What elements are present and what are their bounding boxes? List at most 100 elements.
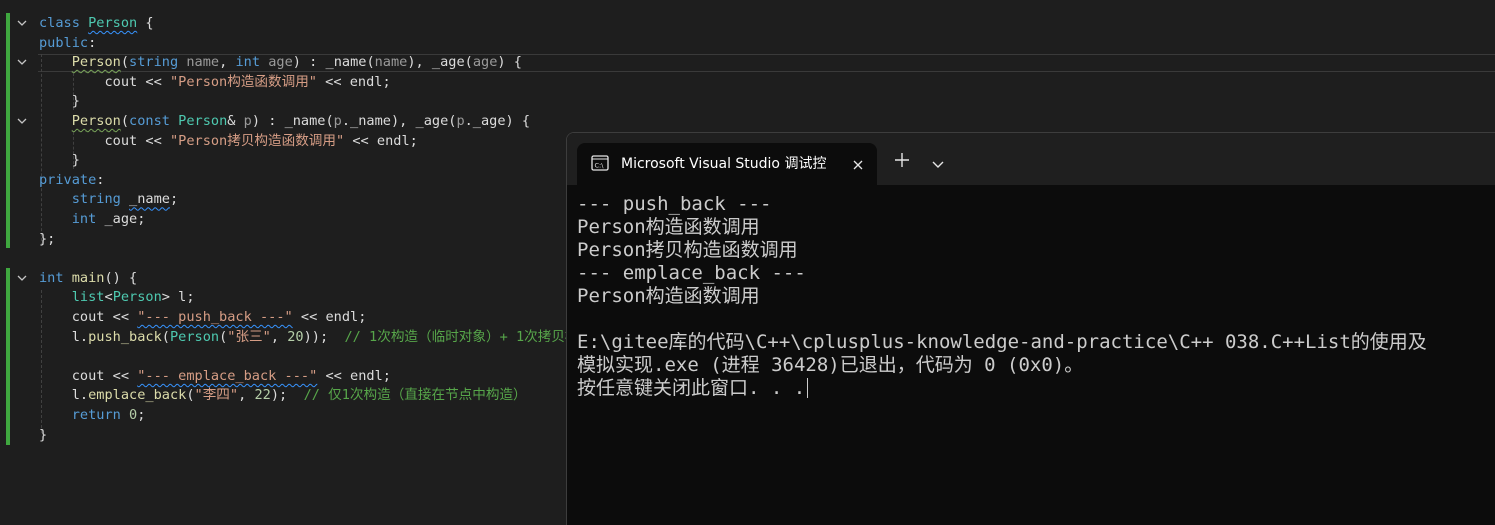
code-token: ;: [137, 407, 146, 423]
code-token: }: [39, 426, 48, 443]
fold-chevron-icon[interactable]: [16, 272, 28, 284]
code-token: << endl;: [292, 309, 367, 325]
code-line: return 0;: [39, 406, 146, 425]
console-icon: C:\: [591, 155, 609, 171]
code-token: << endl;: [317, 73, 391, 90]
code-token: (: [120, 113, 130, 129]
fold-chevron-icon[interactable]: [16, 17, 28, 29]
code-token: ._name), _age(: [341, 113, 457, 129]
code-token: // 仅1次构造（直接在节点中构造）: [303, 387, 527, 404]
code-token: cout <<: [39, 309, 138, 325]
change-indicator-bar: [6, 13, 10, 248]
console-line: Person构造函数调用: [577, 285, 760, 307]
code-token: 22: [254, 387, 271, 404]
code-token: age: [268, 54, 293, 71]
code-token: "--- emplace_back ---": [137, 367, 318, 384]
code-token: << endl;: [317, 367, 391, 384]
code-token: Person: [178, 113, 228, 129]
change-indicator-bar: [6, 268, 10, 445]
code-token: _age;: [96, 211, 146, 227]
code-token: int: [235, 54, 261, 71]
code-token: string: [129, 54, 179, 71]
code-token: << endl;: [344, 132, 418, 149]
code-token: ), _age(: [407, 54, 473, 71]
debug-console-window[interactable]: C:\ Microsoft Visual Studio 调试控 --- push…: [566, 132, 1495, 525]
code-token: ) {: [497, 54, 522, 71]
code-token: ));: [303, 328, 345, 345]
code-line: };: [39, 230, 55, 249]
code-token: );: [270, 387, 304, 404]
text-cursor: [807, 378, 809, 398]
console-line: 按任意键关闭此窗口. . .: [577, 377, 806, 399]
code-token: // 1次构造（临时对象）+ 1次拷贝构造: [344, 328, 593, 345]
code-line: Person(const Person& p) : _name(p._name)…: [39, 112, 530, 131]
code-token: "李四": [194, 387, 239, 404]
code-token: {: [137, 15, 154, 31]
code-token: name: [186, 54, 220, 71]
code-token: 20: [287, 328, 304, 345]
close-icon[interactable]: [851, 157, 865, 171]
code-token: p: [333, 113, 342, 129]
code-token: age: [472, 54, 498, 71]
code-token: "张三": [227, 328, 271, 345]
code-token: list: [71, 289, 105, 306]
new-tab-plus-icon[interactable]: [893, 151, 911, 169]
console-line: --- emplace_back ---: [577, 262, 806, 284]
code-line: l.emplace_back("李四", 22); // 仅1次构造（直接在节点…: [39, 386, 527, 405]
code-token: int: [71, 211, 97, 227]
console-prompt-line: 按任意键关闭此窗口. . .: [577, 377, 1495, 400]
code-token: Person: [88, 15, 138, 31]
console-line: 模拟实现.exe (进程 36428)已退出，代码为 0 (0x0)。: [577, 354, 1084, 376]
code-token: ;: [169, 191, 179, 208]
code-token: cout <<: [39, 132, 170, 149]
code-token: () {: [104, 269, 138, 286]
code-token: <: [104, 289, 113, 306]
fold-chevron-icon[interactable]: [16, 115, 28, 127]
code-token: &: [227, 113, 244, 129]
code-token: }: [39, 93, 80, 110]
code-token: int: [39, 269, 64, 286]
code-token: cout <<: [39, 367, 138, 384]
chevron-down-icon[interactable]: [931, 155, 945, 168]
code-token: 0: [129, 407, 138, 423]
fold-chevron-icon[interactable]: [16, 56, 28, 68]
code-line: list<Person> l;: [39, 288, 195, 307]
console-tab[interactable]: C:\ Microsoft Visual Studio 调试控: [577, 143, 877, 185]
code-token: l.: [39, 387, 89, 404]
code-line: l.push_back(Person("张三", 20)); // 1次构造（临…: [39, 328, 592, 347]
code-token: Person: [71, 113, 121, 129]
code-token: p: [243, 113, 252, 129]
code-line: cout << "--- emplace_back ---" << endl;: [39, 367, 391, 386]
code-line: public:: [39, 34, 96, 53]
code-line: }: [39, 92, 80, 111]
code-token: ,: [238, 387, 255, 404]
svg-text:C:\: C:\: [595, 162, 605, 170]
code-line: int _age;: [39, 210, 146, 229]
code-token: p: [456, 113, 465, 129]
console-line: Person构造函数调用: [577, 216, 760, 238]
console-tab-title: Microsoft Visual Studio 调试控: [621, 156, 827, 172]
code-token: push_back: [88, 328, 162, 345]
code-token: ,: [219, 54, 236, 71]
code-token: ._age) {: [464, 113, 531, 129]
code-token: ) : _name(: [251, 113, 334, 129]
code-token: (: [161, 328, 170, 345]
code-token: }: [39, 152, 80, 169]
code-token: Person: [71, 54, 121, 71]
code-token: :: [88, 34, 97, 51]
tab-bar: C:\ Microsoft Visual Studio 调试控: [567, 133, 1495, 185]
code-line: string _name;: [39, 190, 178, 209]
code-line: }: [39, 151, 80, 170]
console-output[interactable]: --- push_back --- Person构造函数调用 Person拷贝构…: [577, 193, 1495, 400]
code-token: string: [71, 191, 121, 208]
